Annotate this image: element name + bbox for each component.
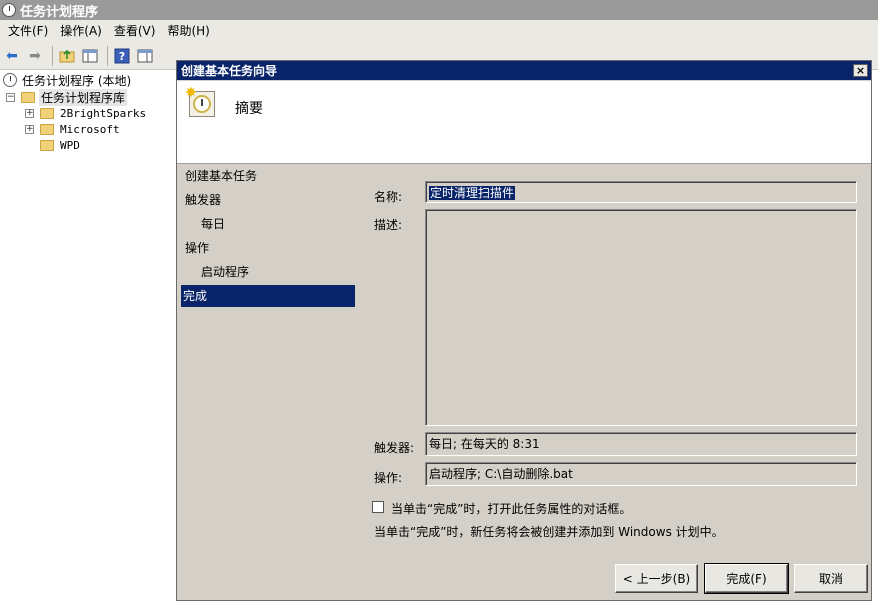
finish-button[interactable]: 完成(F) [704,563,789,594]
expand-icon[interactable]: + [25,124,34,134]
up-folder-icon[interactable] [57,46,77,66]
folder-icon [40,123,54,135]
action-label: 操作: [374,471,403,485]
step-trigger[interactable]: 触发器 [185,189,221,211]
checkbox-label[interactable]: 当单击“完成”时，打开此任务属性的对话框。 [391,500,631,517]
toolbar-separator [52,45,53,66]
close-icon[interactable]: × [853,64,868,77]
back-arrow-icon[interactable]: ⬅ [2,46,22,66]
cancel-button[interactable]: 取消 [794,564,868,593]
action-pane-icon[interactable] [135,46,155,66]
menu-view[interactable]: 查看(V) [110,20,164,42]
tree-item[interactable]: + Microsoft [25,121,120,137]
menu-file[interactable]: 文件(F) [4,20,56,42]
tree-root-label: 任务计划程序 (本地) [22,73,132,88]
tree-item-label: Microsoft [60,122,120,136]
menu-action[interactable]: 操作(A) [56,20,110,42]
toolbar-separator [107,45,108,66]
expand-icon[interactable]: + [25,108,34,118]
tree-library[interactable]: − 任务计划程序库 [6,88,128,106]
folder-icon [21,91,35,103]
collapse-icon[interactable]: − [6,92,15,102]
folder-icon [40,139,54,151]
step-action[interactable]: 操作 [185,237,209,259]
name-field[interactable]: 定时清理扫描件 [425,181,857,203]
description-field[interactable] [425,209,857,426]
dialog-titlebar: 创建基本任务向导 × [177,61,871,80]
description-label: 描述: [374,218,403,232]
clock-icon [3,73,17,87]
window-titlebar: 任务计划程序 [0,0,878,20]
action-field: 启动程序; C:\自动删除.bat [425,462,857,486]
task-wizard-icon: ✸ [185,85,217,119]
step-start-program[interactable]: 启动程序 [201,261,249,283]
tree-item[interactable]: + 2BrightSparks [25,105,146,121]
create-basic-task-wizard: 创建基本任务向导 × ✸ 摘要 创建基本任务 触发器 每日 操作 启动程序 完成… [176,60,872,601]
trigger-field: 每日; 在每天的 8:31 [425,432,857,456]
forward-arrow-icon[interactable]: ➡ [25,46,45,66]
tree-item-label: 2BrightSparks [60,106,147,120]
menu-bar: 文件(F) 操作(A) 查看(V) 帮助(H) [0,20,878,42]
tree-library-label: 任务计划程序库 [39,88,128,106]
dialog-title: 创建基本任务向导 [181,64,278,78]
finish-note: 当单击“完成”时，新任务将会被创建并添加到 Windows 计划中。 [374,525,724,539]
tree-item-label: WPD [60,138,80,152]
step-daily[interactable]: 每日 [201,213,225,235]
tree-item[interactable]: WPD [40,137,80,153]
navigation-tree: 任务计划程序 (本地) − 任务计划程序库 + 2BrightSparks + … [0,71,176,601]
help-icon[interactable]: ? [112,46,132,66]
svg-text:?: ? [119,50,125,63]
open-properties-checkbox[interactable] [372,501,384,513]
name-label: 名称: [374,190,403,204]
page-title: 摘要 [235,101,263,117]
back-button[interactable]: < 上一步(B) [615,564,698,593]
name-value: 定时清理扫描件 [429,186,516,200]
window-title: 任务计划程序 [20,4,99,20]
step-finish[interactable]: 完成 [181,285,355,307]
step-create-basic-task[interactable]: 创建基本任务 [185,165,257,187]
task-scheduler-clock-icon [2,3,16,17]
trigger-label: 触发器: [374,441,415,455]
tree-root[interactable]: 任务计划程序 (本地) [3,72,131,88]
dialog-header: ✸ 摘要 [177,81,871,164]
console-tree-icon[interactable] [80,46,100,66]
menu-help[interactable]: 帮助(H) [163,20,217,42]
folder-icon [40,107,54,119]
